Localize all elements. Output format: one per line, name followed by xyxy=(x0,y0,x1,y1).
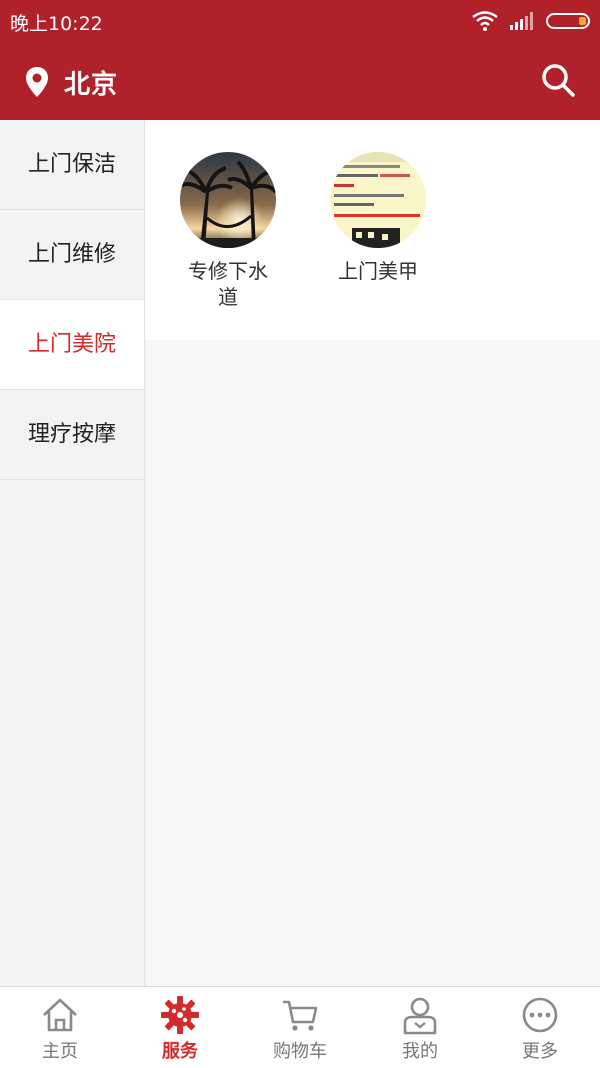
palm-tree-sunset-image xyxy=(180,152,276,248)
sidebar-item-cleaning[interactable]: 上门保洁 xyxy=(0,120,144,210)
bottom-tab-bar: 主页 服务 购物车 我的 更多 xyxy=(0,986,600,1068)
tab-label: 服务 xyxy=(162,1041,198,1062)
service-card-nail-art[interactable]: 上门美甲 xyxy=(313,152,443,284)
service-card-drain-repair[interactable]: 专修下水道 xyxy=(163,152,293,310)
tab-profile[interactable]: 我的 xyxy=(360,987,480,1068)
current-city[interactable]: 北京 xyxy=(64,64,118,101)
service-gear-icon xyxy=(161,996,199,1034)
service-label: 上门美甲 xyxy=(338,259,418,283)
cart-icon xyxy=(283,1000,318,1031)
sidebar-item-repair[interactable]: 上门维修 xyxy=(0,210,144,300)
tab-label: 更多 xyxy=(522,1041,558,1062)
tab-service[interactable]: 服务 xyxy=(120,987,240,1068)
sidebar-item-massage[interactable]: 理疗按摩 xyxy=(0,390,144,480)
header-bar: 北京 xyxy=(0,42,600,120)
location-pin-icon[interactable] xyxy=(24,66,50,98)
profile-icon xyxy=(403,997,437,1035)
status-icons xyxy=(472,8,590,34)
document-thumbnail-image xyxy=(330,152,426,248)
search-icon[interactable] xyxy=(540,62,576,98)
status-time: 晚上10:22 xyxy=(10,13,103,35)
service-label: 专修下水道 xyxy=(188,259,268,309)
home-icon xyxy=(43,998,77,1032)
tab-label: 我的 xyxy=(402,1041,438,1062)
more-icon xyxy=(522,997,558,1033)
tab-label: 购物车 xyxy=(273,1041,327,1062)
tab-more[interactable]: 更多 xyxy=(480,987,600,1068)
sidebar-item-beauty[interactable]: 上门美院 xyxy=(0,300,144,390)
status-bar: 晚上10:22 xyxy=(0,0,600,42)
battery-icon xyxy=(546,13,590,29)
wifi-icon xyxy=(472,11,498,31)
signal-icon xyxy=(510,12,533,30)
tab-cart[interactable]: 购物车 xyxy=(240,987,360,1068)
category-sidebar: 上门保洁 上门维修 上门美院 理疗按摩 xyxy=(0,120,145,986)
tab-label: 主页 xyxy=(42,1041,78,1062)
tab-home[interactable]: 主页 xyxy=(0,987,120,1068)
service-grid: 专修下水道 上门美甲 xyxy=(145,120,600,340)
